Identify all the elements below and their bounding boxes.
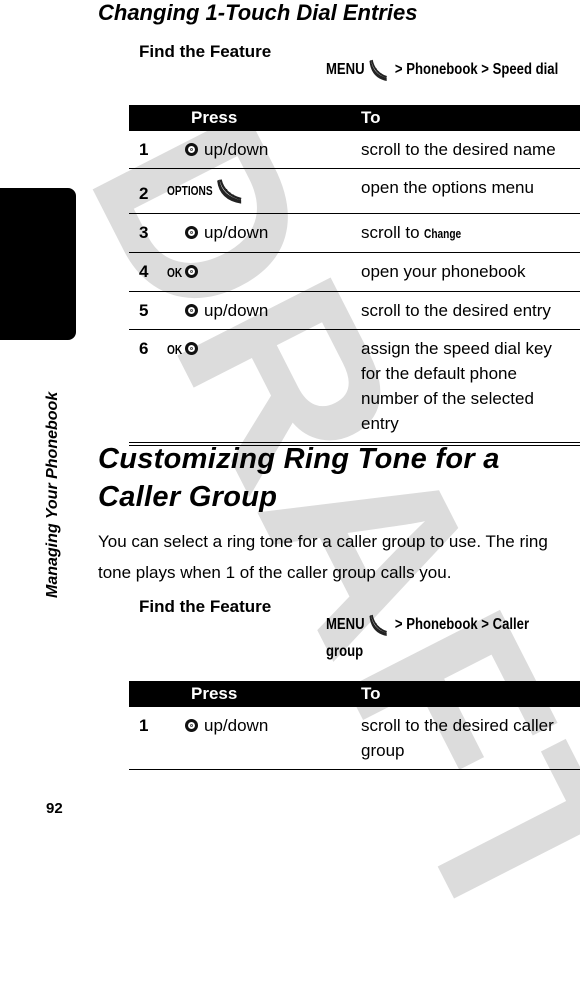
step-description: scroll to the desired caller group <box>361 707 580 770</box>
ok-key-label: OK <box>167 265 183 280</box>
path-separator: > <box>481 61 489 78</box>
section-intro-text: You can select a ring tone for a caller … <box>98 532 548 582</box>
find-feature-label: Find the Feature <box>139 42 272 61</box>
table-header-row: Press To <box>129 105 580 131</box>
nav-key-icon <box>184 265 198 278</box>
options-key-label: OPTIONS <box>167 183 213 199</box>
ok-key-label: OK <box>167 342 183 357</box>
path-separator: > <box>394 61 403 78</box>
heading-line: Caller Group <box>98 481 278 513</box>
press-action: up/down <box>204 716 269 735</box>
step-description: assign the speed dial key for the defaul… <box>361 329 580 446</box>
section-tab-marker <box>0 188 76 340</box>
nav-key-icon <box>184 342 198 355</box>
header-to: To <box>361 105 580 131</box>
press-action: up/down <box>204 223 269 242</box>
path-item-phonebook: Phonebook <box>406 61 478 78</box>
nav-key-icon <box>185 719 198 732</box>
step-number: 4 <box>129 252 151 292</box>
path-separator: > <box>481 616 489 633</box>
find-feature-label: Find the Feature <box>139 597 272 616</box>
press-action: up/down <box>204 140 269 159</box>
page-number: 92 <box>46 800 63 817</box>
step-description: scroll to the desired name <box>361 131 580 169</box>
path-separator: > <box>394 616 403 633</box>
path-item-speed-dial: Speed dial <box>492 61 559 78</box>
description-text: scroll to <box>361 223 425 242</box>
header-to: To <box>361 681 580 707</box>
table-row: 1 up/down scroll to the desired caller g… <box>129 707 580 770</box>
menu-path: MENU > Phonebook > Speed dial <box>326 56 558 83</box>
step-number: 1 <box>129 131 151 169</box>
step-number: 1 <box>129 707 151 770</box>
step-number: 6 <box>129 329 151 446</box>
steps-table: Press To 1 up/down scroll to the desired… <box>129 681 580 770</box>
step-description: scroll to the desired entry <box>361 291 580 330</box>
step-description: scroll to Change <box>361 213 580 253</box>
heading-line: Customizing Ring Tone for a <box>98 443 500 475</box>
header-press: Press <box>151 681 361 707</box>
nav-key-icon <box>185 304 198 317</box>
header-press: Press <box>151 105 361 131</box>
menu-path: MENU > Phonebook > Caller group <box>326 611 560 665</box>
step-number: 2 <box>129 168 151 214</box>
softkey-icon <box>369 614 387 636</box>
table-row: 5 up/down scroll to the desired entry <box>129 291 580 330</box>
section-heading: Customizing Ring Tone for a Caller Group <box>98 440 500 516</box>
table-row: 6 OK assign the speed dial key for the d… <box>129 329 580 446</box>
step-number: 3 <box>129 213 151 253</box>
table-row: 3 up/down scroll to Change <box>129 213 580 253</box>
step-number: 5 <box>129 291 151 330</box>
section-label: Managing Your Phonebook <box>44 391 61 598</box>
table-header-row: Press To <box>129 681 580 707</box>
step-description: open your phonebook <box>361 252 580 292</box>
nav-key-icon <box>185 143 198 156</box>
menu-key-label: MENU <box>326 616 365 633</box>
table-row: 1 up/down scroll to the desired name <box>129 131 580 169</box>
softkey-icon <box>369 59 387 81</box>
path-item-phonebook: Phonebook <box>406 616 478 633</box>
step-description: open the options menu <box>361 168 580 214</box>
menu-key-label: MENU <box>326 61 365 78</box>
table-row: 2 OPTIONS open the options menu <box>129 168 580 214</box>
press-action: up/down <box>204 301 269 320</box>
nav-key-icon <box>185 226 198 239</box>
section-heading: Changing 1-Touch Dial Entries <box>98 0 418 25</box>
steps-table: Press To 1 up/down scroll to the desired… <box>129 105 580 446</box>
softkey-icon <box>216 179 241 204</box>
table-row: 4 OK open your phonebook <box>129 252 580 292</box>
menu-option-change: Change <box>424 226 462 241</box>
